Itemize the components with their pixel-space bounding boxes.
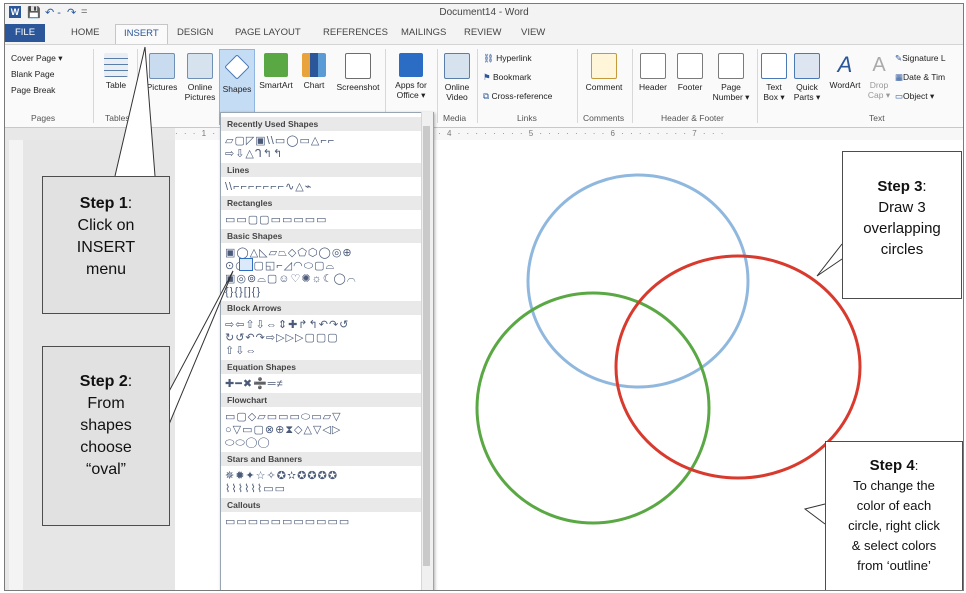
step3-pointer bbox=[816, 243, 843, 277]
step4-title: Step 4 bbox=[869, 457, 915, 474]
step1-callout: Step 1: Click on INSERT menu bbox=[42, 176, 170, 314]
step4-text-5: from ‘outline’ bbox=[857, 558, 931, 573]
step3-text-2: overlapping bbox=[863, 220, 941, 237]
step2-callout: Step 2: From shapes choose “oval” bbox=[42, 346, 170, 526]
step2-text-2: shapes bbox=[80, 417, 132, 434]
step4-text-1: To change the bbox=[853, 478, 935, 493]
green-circle[interactable] bbox=[475, 291, 711, 525]
word-window: W 💾 ↶ - ↷ = Document14 - Word FILE HOME … bbox=[4, 3, 964, 591]
step4-pointer bbox=[803, 503, 826, 525]
blue-circle[interactable] bbox=[526, 173, 750, 389]
red-circle[interactable] bbox=[614, 254, 862, 480]
step3-text-1: Draw 3 bbox=[878, 199, 926, 216]
step1-pointer bbox=[114, 46, 156, 177]
step1-text-2: INSERT bbox=[76, 239, 136, 256]
step2-title: Step 2 bbox=[79, 373, 128, 390]
step3-callout: Step 3: Draw 3 overlapping circles bbox=[842, 151, 962, 299]
step3-title: Step 3 bbox=[877, 178, 923, 195]
step4-text-4: & select colors bbox=[851, 538, 937, 553]
step3-text-3: circles bbox=[880, 241, 924, 258]
step1-text-3: menu bbox=[85, 261, 127, 278]
step1-text-1: Click on bbox=[77, 217, 135, 234]
step4-text-2: color of each bbox=[856, 498, 932, 513]
step2-pointer bbox=[164, 270, 234, 435]
step4-callout: Step 4: To change the color of each circ… bbox=[825, 441, 963, 590]
step2-text-3: choose bbox=[80, 439, 132, 456]
step4-text-3: circle, right click bbox=[848, 518, 940, 533]
step1-title: Step 1 bbox=[79, 195, 128, 212]
step2-text-4: “oval” bbox=[85, 461, 126, 478]
step2-text-1: From bbox=[87, 395, 125, 412]
